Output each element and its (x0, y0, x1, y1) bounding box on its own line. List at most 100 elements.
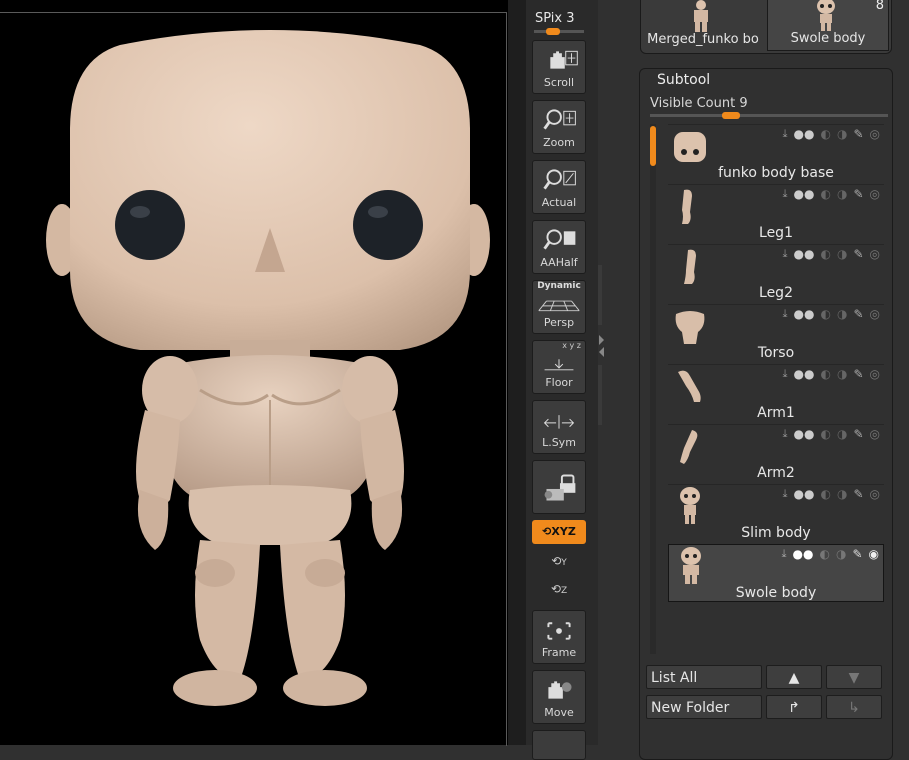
spix-slider[interactable] (534, 28, 584, 35)
subtool-row[interactable]: ⤓ ●● ◐ ◑ ✎ ◎ Torso (668, 304, 884, 363)
arrow-icon[interactable]: ⤓ (783, 187, 788, 201)
arrow-icon[interactable]: ⤓ (783, 427, 788, 441)
polyframe-icon[interactable]: ◐ (819, 547, 829, 561)
funko-model-render[interactable] (40, 20, 500, 710)
ghost-icon[interactable]: ◑ (836, 547, 846, 561)
arrow-icon[interactable]: ⤓ (783, 127, 788, 141)
solo-icon[interactable]: ●● (794, 247, 815, 261)
rotate-y-label: Y (561, 558, 567, 568)
zoom-button[interactable]: Zoom (532, 100, 586, 154)
ghost-icon[interactable]: ◑ (837, 487, 847, 501)
rotate-xyz-button[interactable]: ⟲XYZ (532, 520, 586, 544)
tool-thumb-merged[interactable]: Merged_funko bo (641, 0, 765, 51)
next-tool-button[interactable] (532, 730, 586, 760)
move-down-button[interactable]: ▼ (826, 665, 882, 689)
ghost-icon[interactable]: ◑ (837, 187, 847, 201)
arrow-icon[interactable]: ⤓ (783, 487, 788, 501)
ghost-icon[interactable]: ◑ (837, 247, 847, 261)
move-out-button[interactable]: ↳ (826, 695, 882, 719)
eye-icon[interactable]: ◉ (869, 547, 879, 561)
eye-icon[interactable]: ◎ (870, 307, 880, 321)
brush-icon[interactable]: ✎ (853, 307, 863, 321)
arrow-icon[interactable]: ⤓ (782, 547, 787, 561)
subtool-row[interactable]: ⤓ ●● ◐ ◑ ✎ ◎ Arm1 (668, 364, 884, 423)
spix-control[interactable]: SPix 3 (535, 11, 575, 26)
solo-icon[interactable]: ●● (794, 487, 815, 501)
solo-icon[interactable]: ●● (794, 367, 815, 381)
move-into-button[interactable]: ↱ (766, 695, 822, 719)
move-button[interactable]: Move (532, 670, 586, 724)
polyframe-icon[interactable]: ◐ (820, 127, 830, 141)
arrow-icon[interactable]: ⤓ (783, 367, 788, 381)
eye-icon[interactable]: ◎ (870, 187, 880, 201)
brush-icon[interactable]: ✎ (853, 487, 863, 501)
solo-icon[interactable]: ●● (794, 127, 815, 141)
brush-icon[interactable]: ✎ (852, 547, 862, 561)
visible-count-slider[interactable] (650, 112, 888, 119)
canvas-viewport[interactable] (0, 0, 508, 746)
solo-icon[interactable]: ●● (794, 307, 815, 321)
ghost-icon[interactable]: ◑ (837, 307, 847, 321)
scroll-button[interactable]: Scroll (532, 40, 586, 94)
frame-button[interactable]: Frame (532, 610, 586, 664)
subtool-row-toggles: ⤓ ●● ◐ ◑ ✎ ◎ (783, 127, 880, 141)
subtool-name: Slim body (741, 525, 811, 541)
polyframe-icon[interactable]: ◐ (820, 307, 830, 321)
brush-icon[interactable]: ✎ (853, 247, 863, 261)
subtool-row[interactable]: ⤓ ●● ◐ ◑ ✎ ◎ Arm2 (668, 424, 884, 483)
subtool-row-toggles: ⤓ ●● ◐ ◑ ✎ ◎ (783, 187, 880, 201)
scroll-button-label: Scroll (543, 76, 575, 89)
arrow-icon[interactable]: ⤓ (783, 247, 788, 261)
visible-count-control[interactable]: Visible Count 9 (650, 96, 748, 111)
subtool-list-scrollbar[interactable] (650, 124, 656, 654)
brush-icon[interactable]: ✎ (853, 427, 863, 441)
brush-icon[interactable]: ✎ (853, 187, 863, 201)
visible-count-slider-knob[interactable] (722, 112, 740, 119)
arrow-down-icon: ▼ (848, 670, 860, 686)
arrow-turn-right-icon: ↱ (788, 700, 800, 716)
subtool-row[interactable]: ⤓ ●● ◐ ◑ ✎ ◎ Leg2 (668, 244, 884, 303)
lsym-button[interactable]: L.Sym (532, 400, 586, 454)
solo-icon[interactable]: ●● (794, 427, 815, 441)
eye-icon[interactable]: ◎ (870, 487, 880, 501)
subtool-row[interactable]: ⤓ ●● ◐ ◑ ✎ ◎ Slim body (668, 484, 884, 543)
brush-icon[interactable]: ✎ (853, 127, 863, 141)
polyframe-icon[interactable]: ◐ (820, 487, 830, 501)
rotate-y-button[interactable]: ⟲Y (548, 554, 570, 572)
spix-slider-knob[interactable] (546, 28, 560, 35)
actual-button[interactable]: Actual (532, 160, 586, 214)
lsym-button-label: L.Sym (542, 436, 576, 449)
persp-button-label: Persp (543, 316, 575, 329)
tool-thumb-swole[interactable]: 8 Swole body (767, 0, 889, 51)
list-all-button[interactable]: List All (646, 665, 762, 689)
polyframe-icon[interactable]: ◐ (820, 187, 830, 201)
swole-figure-thumbnail (817, 0, 835, 31)
move-up-button[interactable]: ▲ (766, 665, 822, 689)
solo-icon[interactable]: ●● (793, 547, 814, 561)
rotate-z-button[interactable]: ⟲Z (548, 582, 570, 600)
new-folder-button[interactable]: New Folder (646, 695, 762, 719)
arrow-icon[interactable]: ⤓ (783, 307, 788, 321)
subtool-title[interactable]: Subtool (657, 72, 710, 88)
solo-icon[interactable]: ●● (794, 187, 815, 201)
ghost-icon[interactable]: ◑ (837, 367, 847, 381)
ghost-icon[interactable]: ◑ (837, 127, 847, 141)
panel-splitter[interactable] (598, 265, 606, 425)
eye-icon[interactable]: ◎ (870, 247, 880, 261)
persp-button[interactable]: Dynamic Persp (532, 280, 586, 334)
polyframe-icon[interactable]: ◐ (820, 367, 830, 381)
polyframe-icon[interactable]: ◐ (820, 247, 830, 261)
ghost-icon[interactable]: ◑ (837, 427, 847, 441)
eye-icon[interactable]: ◎ (870, 427, 880, 441)
eye-icon[interactable]: ◎ (870, 367, 880, 381)
aahalf-button[interactable]: AAHalf (532, 220, 586, 274)
eye-icon[interactable]: ◎ (870, 127, 880, 141)
lock-camera-button[interactable] (532, 460, 586, 514)
subtool-list-scroll-thumb[interactable] (650, 126, 656, 166)
brush-icon[interactable]: ✎ (853, 367, 863, 381)
polyframe-icon[interactable]: ◐ (820, 427, 830, 441)
subtool-row-selected[interactable]: ⤓ ●● ◐ ◑ ✎ ◉ Swole body (668, 544, 884, 602)
subtool-row[interactable]: ⤓ ●● ◐ ◑ ✎ ◎ funko body base (668, 124, 884, 183)
floor-button[interactable]: x y z Floor (532, 340, 586, 394)
subtool-row[interactable]: ⤓ ●● ◐ ◑ ✎ ◎ Leg1 (668, 184, 884, 243)
